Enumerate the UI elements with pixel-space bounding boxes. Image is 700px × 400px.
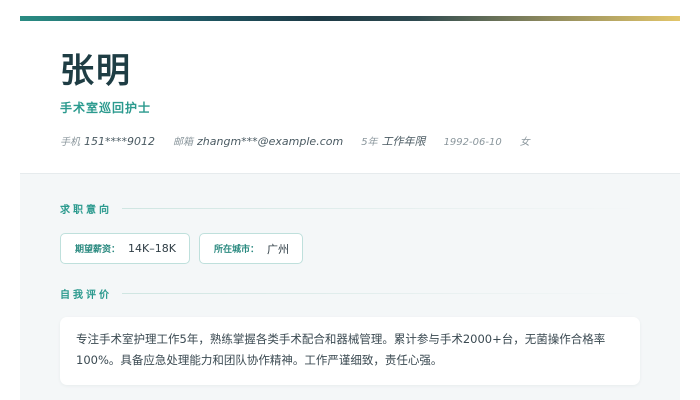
gender-item: 女	[520, 133, 530, 148]
section-divider	[122, 208, 640, 209]
self-evaluation-heading: 自我评价	[60, 286, 640, 301]
experience-label: 工作年限	[381, 135, 426, 148]
job-intention-title: 求职意向	[60, 205, 112, 216]
email-value: zhangm***@example.com	[197, 135, 344, 148]
resume-body: 求职意向 期望薪资： 14K–18K 所在城市： 广州 自我评价 专注手术室护理…	[20, 173, 680, 400]
city-label: 所在城市：	[213, 245, 259, 255]
salary-label: 期望薪资：	[75, 245, 121, 255]
salary-tag: 期望薪资： 14K–18K	[60, 233, 190, 264]
job-title: 手术室巡回护士	[60, 101, 152, 115]
experience-years: 5年	[361, 137, 378, 148]
job-intention-heading: 求职意向	[60, 201, 640, 216]
email-item: 邮箱 zhangm***@example.com	[173, 133, 343, 148]
job-intention-tags: 期望薪资： 14K–18K 所在城市： 广州	[60, 233, 312, 264]
resume-page: 张明 手术室巡回护士 手机 151****9012 邮箱 zhangm***@e…	[20, 16, 680, 400]
city-tag: 所在城市： 广州	[198, 233, 303, 264]
gender: 女	[519, 137, 530, 148]
birth-date-item: 1992-06-10	[444, 137, 502, 148]
self-evaluation-text: 专注手术室护理工作5年，熟练掌握各类手术配合和器械管理。累计参与手术2000+台…	[76, 332, 606, 367]
contact-info-row: 手机 151****9012 邮箱 zhangm***@example.com …	[60, 133, 548, 149]
self-evaluation-title: 自我评价	[60, 290, 112, 301]
candidate-name: 张明	[60, 51, 132, 91]
phone-item: 手机 151****9012	[60, 133, 155, 148]
city-value: 广州	[266, 242, 289, 256]
birth-date: 1992-06-10	[443, 137, 502, 148]
phone-label: 手机	[60, 137, 80, 148]
section-divider	[122, 293, 640, 294]
salary-value: 14K–18K	[128, 242, 176, 255]
experience-item: 5年 工作年限	[361, 133, 425, 149]
email-label: 邮箱	[173, 137, 193, 148]
phone-value: 151****9012	[84, 135, 155, 148]
resume-header: 张明 手术室巡回护士 手机 151****9012 邮箱 zhangm***@e…	[20, 21, 680, 173]
self-evaluation-card: 专注手术室护理工作5年，熟练掌握各类手术配合和器械管理。累计参与手术2000+台…	[60, 317, 640, 385]
